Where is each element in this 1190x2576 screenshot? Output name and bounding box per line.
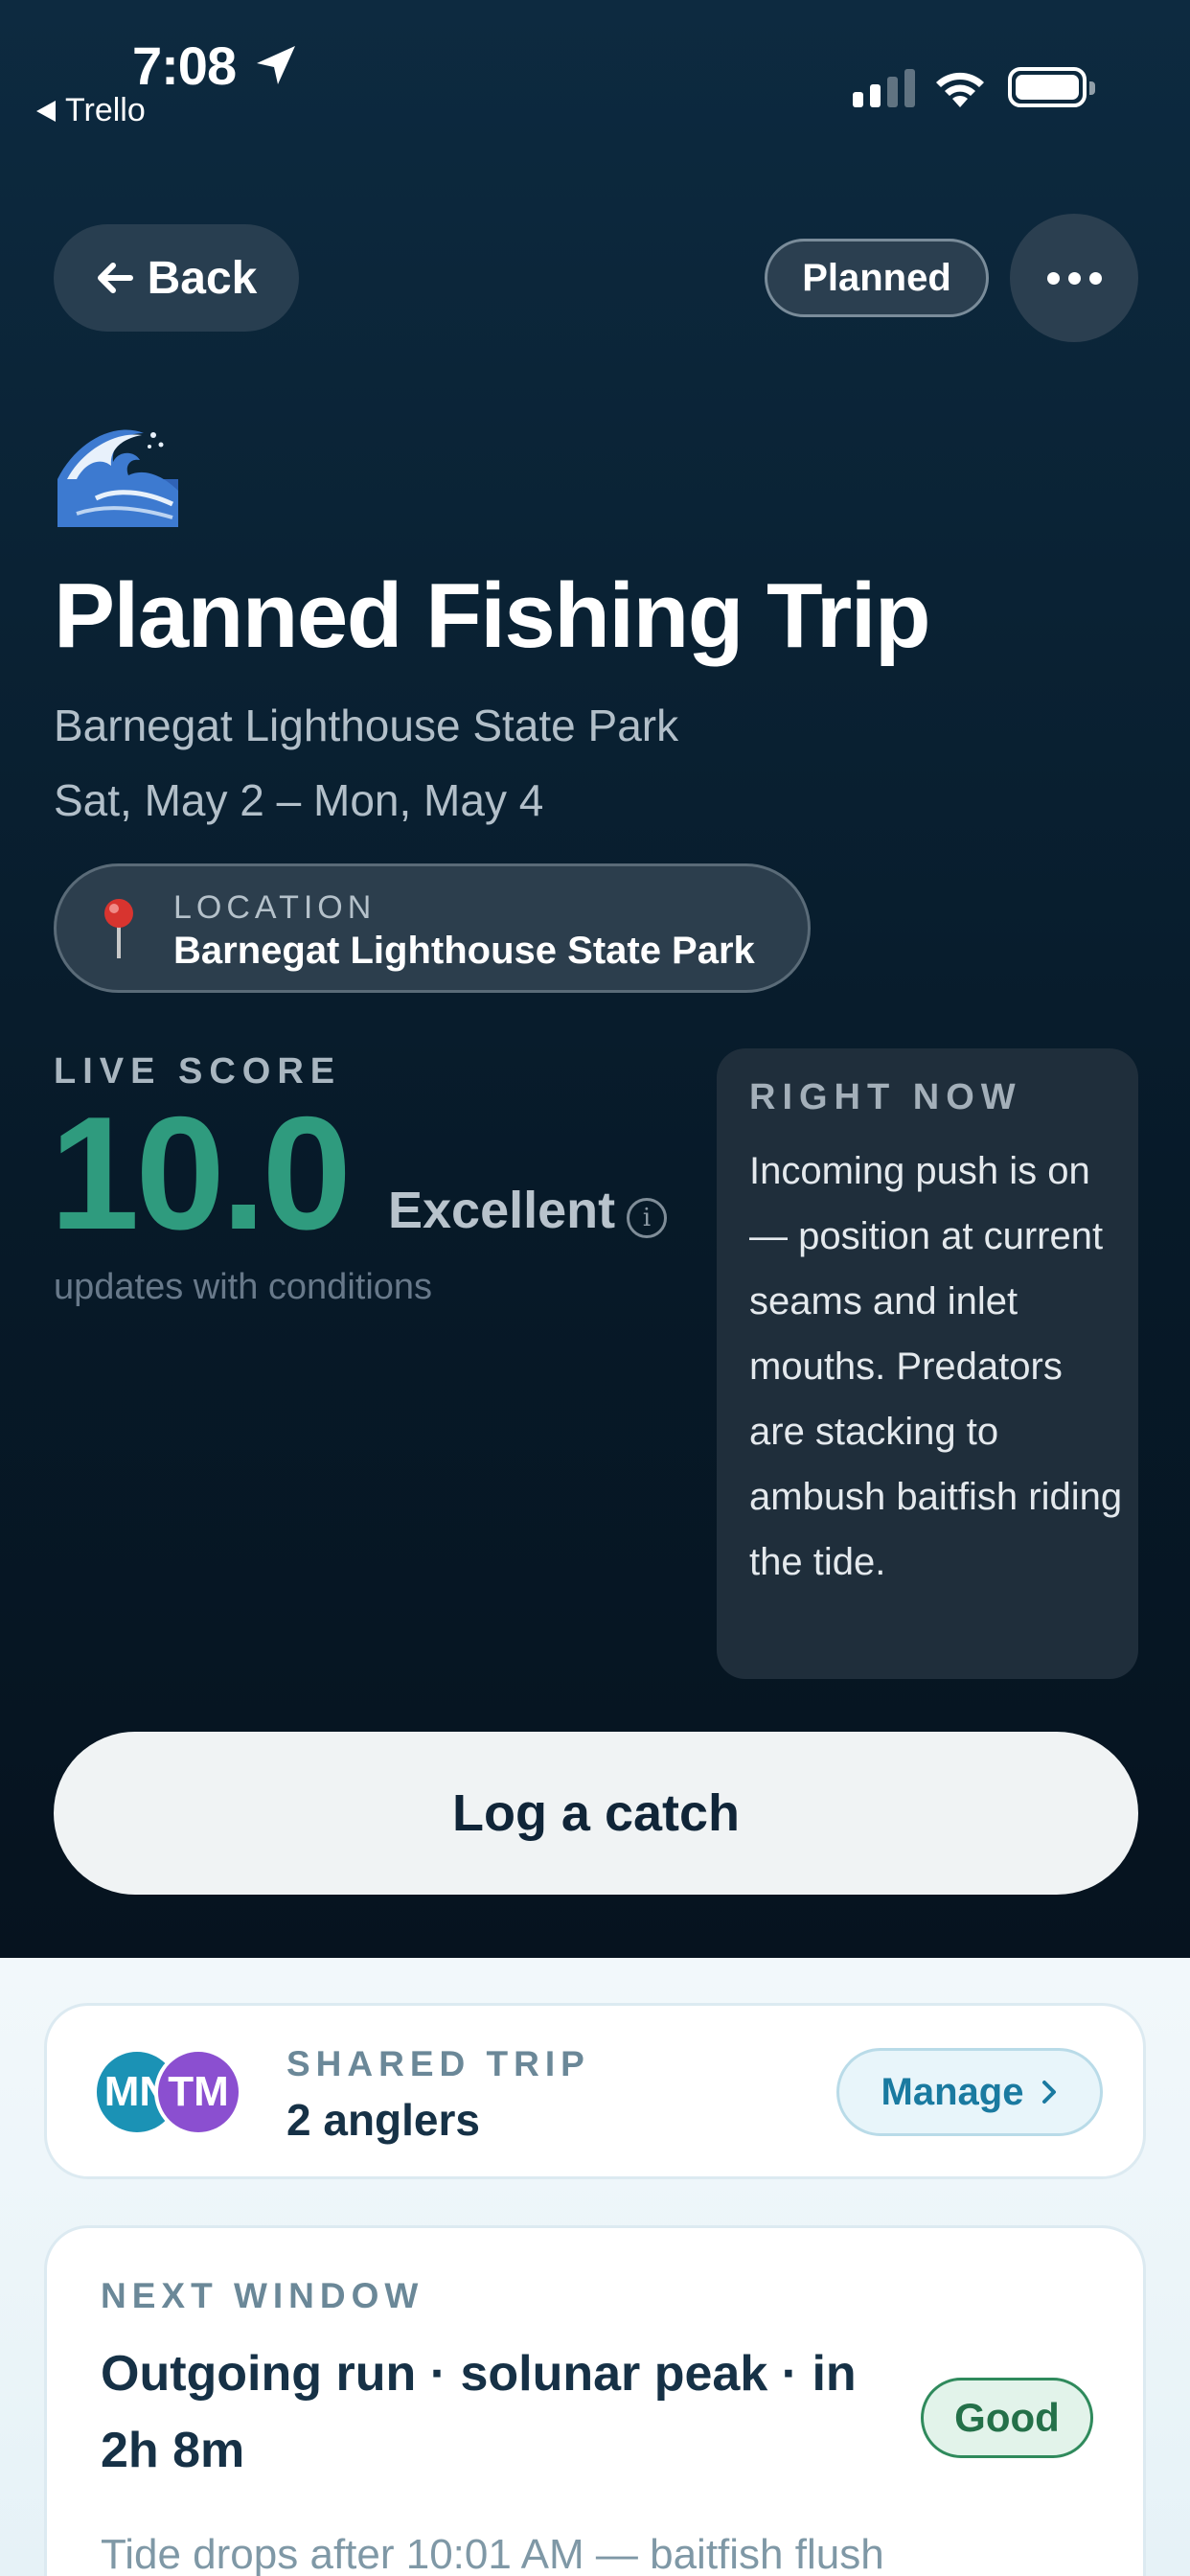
manage-button[interactable]: Manage [836,2048,1103,2136]
location-chip[interactable]: LOCATION Barnegat Lighthouse State Park [54,863,811,993]
status-badge: Good [921,2378,1093,2458]
chevron-right-icon [1042,2081,1057,2104]
more-options-button[interactable] [1010,214,1138,342]
more-dot-icon [1067,271,1081,285]
back-button[interactable]: Back [54,224,299,332]
wifi-icon [936,72,984,107]
trip-header: 7:08 Trello Back Planned Planned Fishing… [0,0,1190,1958]
next-window-card[interactable]: NEXT WINDOW Outgoing run · solunar peak … [44,2225,1146,2576]
back-to-app-link[interactable]: Trello [36,92,146,129]
back-triangle-icon [36,100,56,122]
location-arrow-icon [257,46,295,84]
next-window-title: Outgoing run · solunar peak · in 2h 8m [101,2346,857,2478]
info-icon[interactable]: i [627,1198,667,1238]
map-pin-icon [104,899,133,958]
score-rating: Excellent [388,1182,616,1239]
shared-trip-label: SHARED TRIP [286,2044,590,2083]
avatar: TM [154,2048,242,2136]
shared-trip-card: MN TM SHARED TRIP 2 anglers Manage [44,2003,1146,2179]
trip-status-pill[interactable]: Planned [765,239,989,317]
more-dot-icon [1088,271,1102,285]
right-now-label: RIGHT NOW [749,1077,1022,1117]
right-now-text: Incoming push is on — position at curren… [749,1150,1123,1583]
next-window-description: Tide drops after 10:01 AM — baitfish flu… [101,2531,884,2576]
shared-trip-count: 2 anglers [286,2095,480,2145]
page-title: Planned Fishing Trip [54,564,931,667]
live-score-value: 10.0 [50,1083,352,1263]
manage-button-label: Manage [881,2070,1024,2113]
back-button-label: Back [147,252,258,304]
trip-dates: Sat, May 2 – Mon, May 4 [54,775,544,825]
next-window-label: NEXT WINDOW [101,2276,424,2315]
back-app-label: Trello [65,92,146,128]
location-value: Barnegat Lighthouse State Park [173,930,755,972]
arrow-left-icon [97,263,133,293]
more-dot-icon [1046,271,1060,285]
location-label: LOCATION [173,889,377,926]
ocean-wave-icon [57,429,178,527]
status-time: 7:08 [132,35,237,96]
trip-place: Barnegat Lighthouse State Park [54,701,679,750]
right-now-card: RIGHT NOW Incoming push is on — position… [717,1048,1138,1679]
cellular-signal-icon [853,69,915,107]
log-catch-button[interactable]: Log a catch [54,1732,1138,1895]
score-caption: updates with conditions [54,1267,433,1307]
battery-icon [1008,67,1095,107]
